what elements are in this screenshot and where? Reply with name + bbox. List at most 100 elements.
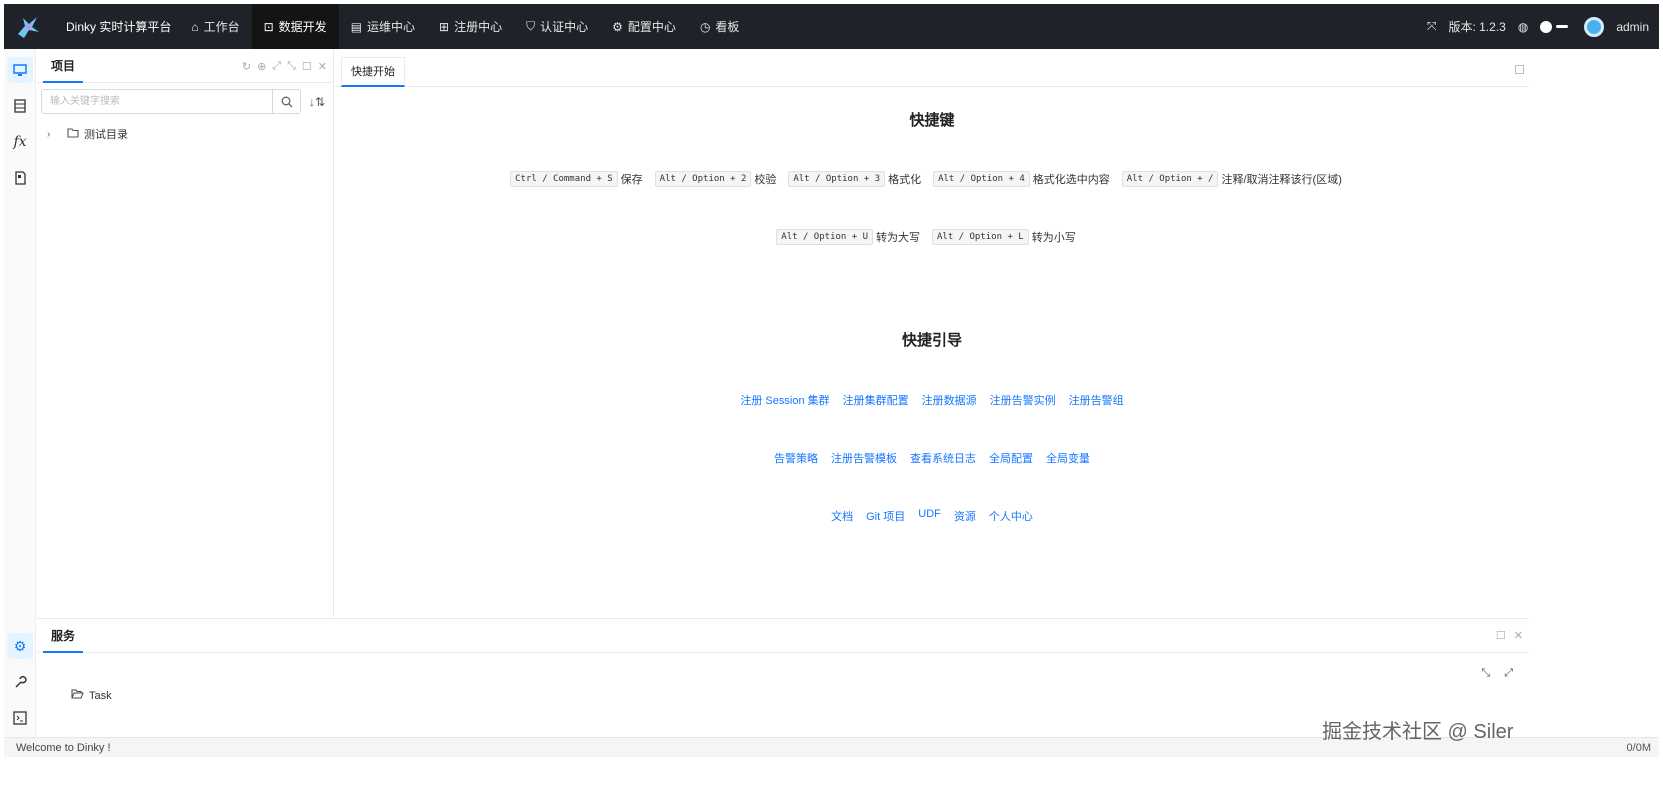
header-right: ⤧ 版本: 1.2.3 ◍ admin: [1427, 16, 1659, 37]
username[interactable]: admin: [1616, 20, 1649, 34]
nav-registration-center[interactable]: ⊞ 注册中心: [427, 4, 514, 49]
guide-row-2: 告警策略 注册告警模板 查看系统日志 全局配置 全局变量: [335, 450, 1529, 466]
nav-config-center[interactable]: ⚙ 配置中心: [600, 4, 688, 49]
shortcut-key: Alt / Option + 3: [788, 171, 886, 187]
maximize-icon[interactable]: ☐: [302, 60, 312, 73]
link-docs[interactable]: 文档: [831, 508, 853, 524]
left-activity-bar: fx ⚙: [4, 49, 36, 737]
tab-service[interactable]: 服务: [43, 619, 84, 653]
project-panel-tools: ↻ ⊕ ⤢ ⤡ ☐ ✕: [242, 49, 327, 83]
service-expand-tools: ⤡ ⤢: [1481, 667, 1513, 680]
shortcut-desc: 保存: [620, 174, 643, 186]
link-register-session-cluster[interactable]: 注册 Session 集群: [740, 392, 829, 408]
fullscreen-icon[interactable]: ⤧: [1427, 19, 1437, 34]
shortcut-desc: 格式化: [888, 174, 922, 186]
shortcuts-row-2: Alt / Option + U 转为大写 Alt / Option + L 转为小…: [335, 229, 1529, 245]
guide-row-3: 文档 Git 项目 UDF 资源 个人中心: [335, 508, 1529, 524]
nav-label: 注册中心: [454, 20, 503, 34]
link-udf[interactable]: UDF: [918, 508, 941, 524]
maximize-icon[interactable]: ☐: [1496, 629, 1506, 642]
link-alert-strategy[interactable]: 告警策略: [774, 450, 818, 466]
nav-dashboard[interactable]: ◷ 看板: [688, 4, 752, 49]
nav-data-studio[interactable]: ⊡ 数据开发: [251, 4, 339, 49]
refresh-icon[interactable]: ↻: [242, 60, 251, 73]
function-fx-icon[interactable]: fx: [7, 129, 33, 155]
expand-icon[interactable]: ⤢: [1504, 667, 1513, 680]
editor-tab-tools: ☐: [1514, 63, 1525, 77]
right-edge-strip: [1529, 49, 1559, 737]
nav-label: 工作台: [203, 20, 240, 34]
app-title: Dinky 实时计算平台: [66, 20, 172, 34]
language-globe-icon[interactable]: ◍: [1518, 20, 1528, 34]
shortcut-key: Alt / Option + L: [932, 229, 1029, 245]
task-label: Task: [89, 689, 112, 702]
sort-icon[interactable]: ↓⇅: [309, 95, 325, 109]
nav-label: 配置中心: [627, 20, 676, 34]
shortcut-desc: 格式化选中内容: [1032, 174, 1110, 186]
shortcut-desc: 转为小写: [1031, 232, 1076, 244]
chevron-right-icon[interactable]: ›: [47, 129, 59, 140]
quick-start-body: 快捷键 Ctrl / Command + S 保存 Alt / Option + …: [335, 87, 1529, 617]
search-icon[interactable]: [272, 90, 300, 113]
link-register-alert-template[interactable]: 注册告警模板: [831, 450, 897, 466]
guide-title: 快捷引导: [901, 332, 962, 349]
nav-devops-center[interactable]: ▤ 运维中心: [339, 4, 427, 49]
tab-project[interactable]: 项目: [43, 49, 84, 83]
nav-auth-center[interactable]: ⛉ 认证中心: [514, 4, 600, 49]
project-search-row: ↓⇅: [37, 83, 333, 114]
tree-folder-item[interactable]: › 测试目录: [47, 126, 333, 142]
shortcut-key: Alt / Option + 2: [654, 171, 752, 187]
link-personal-center[interactable]: 个人中心: [989, 508, 1033, 524]
link-global-variables[interactable]: 全局变量: [1046, 450, 1090, 466]
tools-wrench-icon[interactable]: [7, 669, 33, 695]
link-git-project[interactable]: Git 项目: [866, 508, 905, 524]
service-gear-icon[interactable]: ⚙: [7, 633, 33, 659]
service-panel-header: 服务 ☐ ✕: [37, 619, 1529, 653]
link-global-config[interactable]: 全局配置: [989, 450, 1033, 466]
tab-quick-start[interactable]: 快捷开始: [341, 57, 405, 87]
folder-icon: [67, 127, 79, 141]
shortcut-desc: 注释/取消注释该行(区域): [1221, 174, 1342, 186]
tree-item-label: 测试目录: [84, 129, 128, 141]
link-register-alert-instance[interactable]: 注册告警实例: [990, 392, 1056, 408]
shortcuts-row-1: Ctrl / Command + S 保存 Alt / Option + 2 校验 …: [335, 171, 1529, 187]
avatar[interactable]: [1584, 16, 1605, 37]
gear-icon: ⚙: [612, 19, 623, 34]
search-input[interactable]: [42, 90, 272, 113]
service-panel: 服务 ☐ ✕ ⤡ ⤢ Task: [37, 618, 1529, 737]
resource-file-icon[interactable]: [7, 165, 33, 191]
nav-label: 看板: [715, 20, 740, 34]
close-icon[interactable]: ✕: [318, 60, 327, 73]
watermark: 掘金技术社区 @ Siler: [1322, 721, 1514, 743]
link-resources[interactable]: 资源: [954, 508, 976, 524]
link-system-log[interactable]: 查看系统日志: [910, 450, 976, 466]
project-monitor-icon[interactable]: [7, 57, 33, 83]
link-register-alert-group[interactable]: 注册告警组: [1069, 392, 1124, 408]
console-terminal-icon[interactable]: [7, 705, 33, 731]
dinky-logo-icon[interactable]: [4, 4, 52, 49]
guide-row-1: 注册 Session 集群 注册集群配置 注册数据源 注册告警实例 注册告警组: [335, 392, 1529, 408]
link-register-cluster-config[interactable]: 注册集群配置: [843, 392, 909, 408]
close-icon[interactable]: ✕: [1514, 629, 1523, 642]
catalog-list-icon[interactable]: [7, 93, 33, 119]
toggle-knob: [1540, 20, 1553, 33]
editor-area: 快捷开始 ☐ 快捷键 Ctrl / Command + S 保存 Alt / Op…: [335, 49, 1551, 617]
expand-icon[interactable]: ⤢: [272, 60, 281, 73]
shortcut-key: Alt / Option + U: [776, 229, 873, 245]
shortcut-key: Ctrl / Command + S: [510, 171, 618, 187]
nav-label: 运维中心: [367, 20, 416, 34]
theme-toggle[interactable]: [1540, 20, 1572, 34]
service-panel-tools: ☐ ✕: [1496, 629, 1523, 642]
nav-workbench[interactable]: ⌂ 工作台: [179, 4, 251, 49]
collapse-icon[interactable]: ⤡: [287, 60, 296, 73]
maximize-icon[interactable]: ☐: [1514, 63, 1525, 77]
collapse-icon[interactable]: ⤡: [1481, 667, 1490, 680]
editor-tab-bar: 快捷开始 ☐: [335, 49, 1529, 87]
link-register-datasource[interactable]: 注册数据源: [922, 392, 977, 408]
project-panel: 项目 ↻ ⊕ ⤢ ⤡ ☐ ✕ ↓⇅ › 测试目录: [37, 49, 334, 617]
shortcut-key: Alt / Option + /: [1121, 171, 1219, 187]
add-circle-icon[interactable]: ⊕: [257, 60, 266, 73]
top-navigation-bar: Dinky 实时计算平台 ⌂ 工作台 ⊡ 数据开发 ▤ 运维中心 ⊞ 注册中心 ⛉ 认证中…: [4, 4, 1659, 49]
task-tree-item[interactable]: Task: [71, 689, 112, 702]
nav-label: 认证中心: [540, 20, 589, 34]
